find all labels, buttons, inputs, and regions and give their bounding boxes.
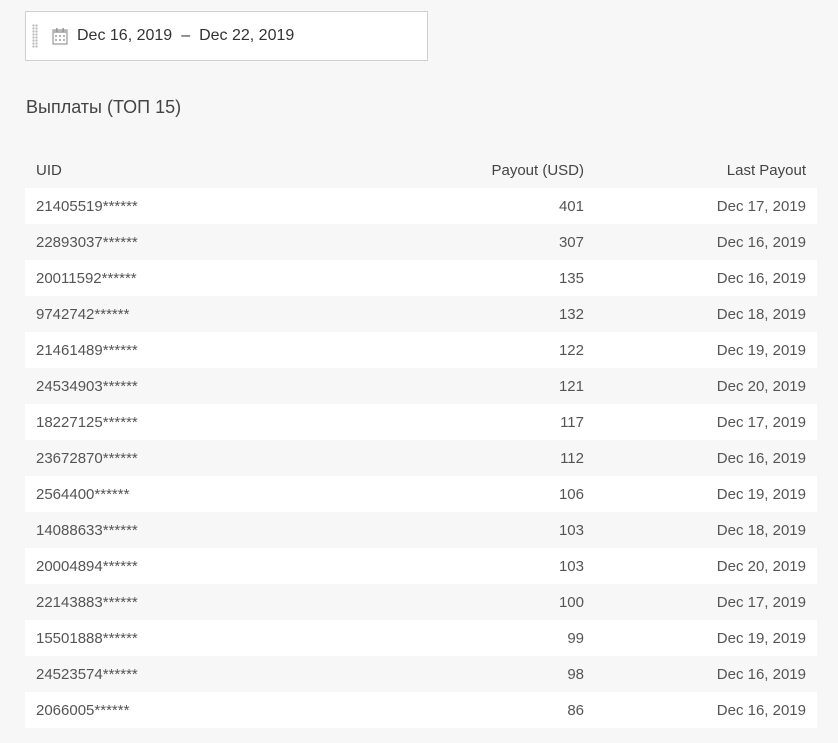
payout-cell: 122 — [558, 341, 584, 359]
table-row: 24523574****** 98 Dec 16, 2019 — [25, 656, 817, 692]
table-row: 23672870****** 112 Dec 16, 2019 — [25, 440, 817, 476]
uid-cell: 22143883****** — [36, 593, 138, 611]
uid-cell: 24534903****** — [36, 377, 138, 395]
table-row: 21461489****** 122 Dec 19, 2019 — [25, 332, 817, 368]
last-payout-cell: Dec 20, 2019 — [716, 557, 806, 575]
table-row: 24534903****** 121 Dec 20, 2019 — [25, 368, 817, 404]
drag-handle-icon[interactable] — [32, 24, 38, 48]
uid-cell: 24523574****** — [36, 665, 138, 683]
uid-cell: 2564400****** — [36, 485, 130, 503]
last-payout-cell: Dec 16, 2019 — [716, 665, 806, 683]
payout-cell: 401 — [558, 197, 584, 215]
column-header-last-payout: Last Payout — [726, 161, 806, 179]
payout-cell: 135 — [558, 269, 584, 287]
last-payout-cell: Dec 16, 2019 — [716, 449, 806, 467]
payout-cell: 117 — [560, 413, 584, 431]
uid-cell: 15501888****** — [36, 629, 138, 647]
payout-cell: 121 — [558, 377, 584, 395]
uid-cell: 21461489****** — [36, 341, 138, 359]
last-payout-cell: Dec 16, 2019 — [716, 269, 806, 287]
last-payout-cell: Dec 17, 2019 — [716, 197, 806, 215]
payout-cell: 103 — [558, 557, 584, 575]
last-payout-cell: Dec 16, 2019 — [716, 701, 806, 719]
table-row: 21405519****** 401 Dec 17, 2019 — [25, 188, 817, 224]
payout-cell: 307 — [558, 233, 584, 251]
payouts-table: UID Payout (USD) Last Payout 21405519***… — [25, 152, 817, 728]
uid-cell: 21405519****** — [36, 197, 138, 215]
table-row: 20004894****** 103 Dec 20, 2019 — [25, 548, 817, 584]
table-row: 20011592****** 135 Dec 16, 2019 — [25, 260, 817, 296]
date-range-start: Dec 16, 2019 — [77, 27, 173, 44]
payout-cell: 112 — [560, 449, 584, 467]
payout-cell: 98 — [567, 665, 584, 683]
uid-cell: 23672870****** — [36, 449, 138, 467]
last-payout-cell: Dec 17, 2019 — [716, 593, 806, 611]
table-header-row: UID Payout (USD) Last Payout — [25, 152, 817, 188]
uid-cell: 14088633****** — [36, 521, 138, 539]
last-payout-cell: Dec 19, 2019 — [716, 485, 806, 503]
payout-cell: 132 — [558, 305, 584, 323]
uid-cell: 2066005****** — [36, 701, 130, 719]
date-range-picker[interactable]: Dec 16, 2019 – Dec 22, 2019 — [25, 11, 428, 61]
column-header-uid: UID — [36, 161, 62, 179]
payout-cell: 103 — [558, 521, 584, 539]
calendar-icon — [52, 27, 68, 45]
table-row: 18227125****** 117 Dec 17, 2019 — [25, 404, 817, 440]
last-payout-cell: Dec 19, 2019 — [716, 629, 806, 647]
table-row: 15501888****** 99 Dec 19, 2019 — [25, 620, 817, 656]
payout-cell: 106 — [558, 485, 584, 503]
last-payout-cell: Dec 17, 2019 — [716, 413, 806, 431]
uid-cell: 20004894****** — [36, 557, 138, 575]
payout-cell: 86 — [567, 701, 584, 719]
date-range-end: Dec 22, 2019 — [199, 27, 295, 44]
payout-cell: 100 — [558, 593, 584, 611]
uid-cell: 9742742****** — [36, 305, 130, 323]
last-payout-cell: Dec 20, 2019 — [716, 377, 806, 395]
last-payout-cell: Dec 18, 2019 — [716, 305, 806, 323]
table-row: 9742742****** 132 Dec 18, 2019 — [25, 296, 817, 332]
table-row: 14088633****** 103 Dec 18, 2019 — [25, 512, 817, 548]
table-row: 22143883****** 100 Dec 17, 2019 — [25, 584, 817, 620]
payout-cell: 99 — [567, 629, 584, 647]
table-row: 22893037****** 307 Dec 16, 2019 — [25, 224, 817, 260]
table-row: 2066005****** 86 Dec 16, 2019 — [25, 692, 817, 728]
last-payout-cell: Dec 19, 2019 — [716, 341, 806, 359]
table-row: 2564400****** 106 Dec 19, 2019 — [25, 476, 817, 512]
date-range-separator: – — [181, 27, 191, 44]
section-title: Выплаты (ТОП 15) — [26, 97, 182, 117]
uid-cell: 22893037****** — [36, 233, 138, 251]
last-payout-cell: Dec 16, 2019 — [716, 233, 806, 251]
last-payout-cell: Dec 18, 2019 — [716, 521, 806, 539]
column-header-payout: Payout (USD) — [491, 161, 584, 179]
uid-cell: 20011592****** — [36, 269, 137, 287]
uid-cell: 18227125****** — [36, 413, 138, 431]
